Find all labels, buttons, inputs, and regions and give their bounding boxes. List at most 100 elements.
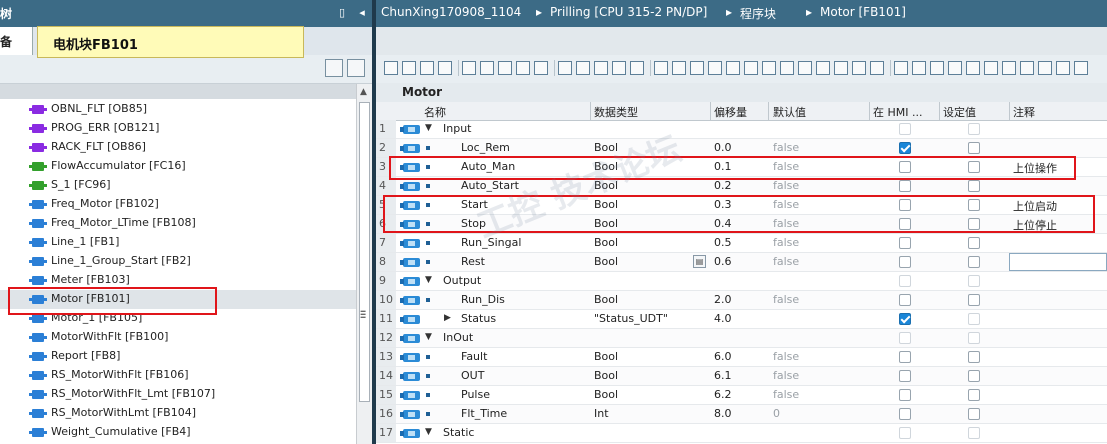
table-row[interactable]: 13 Fault Bool 6.0 false bbox=[376, 348, 1107, 367]
hmi-checkbox[interactable] bbox=[899, 256, 911, 268]
setpoint-checkbox[interactable] bbox=[968, 237, 980, 249]
param-datatype[interactable]: Bool bbox=[594, 388, 618, 401]
toolbar-tool-icon[interactable] bbox=[654, 61, 668, 75]
hmi-checkbox[interactable] bbox=[899, 370, 911, 382]
table-row[interactable]: 10 Run_Dis Bool 2.0 false bbox=[376, 291, 1107, 310]
param-name[interactable]: Flt_Time bbox=[461, 407, 507, 420]
breadcrumb-folder[interactable]: 程序块 bbox=[740, 5, 776, 22]
col-default[interactable]: 默认值 bbox=[773, 104, 806, 120]
hmi-checkbox[interactable] bbox=[899, 237, 911, 249]
toolbar-tool-icon[interactable] bbox=[1020, 61, 1034, 75]
hmi-checkbox[interactable] bbox=[899, 123, 911, 135]
param-name[interactable]: InOut bbox=[443, 331, 473, 344]
tree-item[interactable]: PROG_ERR [OB121] bbox=[0, 119, 356, 138]
tree-item[interactable]: Line_1_Group_Start [FB2] bbox=[0, 252, 356, 271]
hmi-checkbox[interactable] bbox=[899, 408, 911, 420]
toolbar-tool-icon[interactable] bbox=[690, 61, 704, 75]
param-datatype[interactable]: Int bbox=[594, 407, 609, 420]
tree-item[interactable]: RS_MotorWithFlt_Lmt [FB107] bbox=[0, 385, 356, 404]
param-name[interactable]: Rest bbox=[461, 255, 485, 268]
toolbar-tool-icon[interactable] bbox=[852, 61, 866, 75]
setpoint-checkbox[interactable] bbox=[968, 275, 980, 287]
col-name[interactable]: 名称 bbox=[424, 104, 446, 120]
toolbar-tool-icon[interactable] bbox=[672, 61, 686, 75]
tree-item[interactable]: RS_MotorWithFlt [FB106] bbox=[0, 366, 356, 385]
expand-toggle-icon[interactable]: ▼ bbox=[425, 332, 432, 342]
table-row[interactable]: 15 Pulse Bool 6.2 false bbox=[376, 386, 1107, 405]
param-datatype[interactable]: Bool bbox=[594, 293, 618, 306]
tree-item[interactable]: MotorWithFlt [FB100] bbox=[0, 328, 356, 347]
tree-item[interactable]: Freq_Motor_LTime [FB108] bbox=[0, 214, 356, 233]
breadcrumb-device[interactable]: Prilling [CPU 315-2 PN/DP] bbox=[550, 5, 707, 19]
toolbar-tool-icon[interactable] bbox=[726, 61, 740, 75]
toolbar-tool-icon[interactable] bbox=[930, 61, 944, 75]
scrollbar-thumb[interactable] bbox=[359, 102, 370, 402]
toolbar-tool-icon[interactable] bbox=[402, 61, 416, 75]
table-row[interactable]: 8 Rest Bool ▤ 0.6 false bbox=[376, 253, 1107, 272]
toolbar-tool-icon[interactable] bbox=[894, 61, 908, 75]
param-default[interactable]: false bbox=[773, 236, 799, 249]
breadcrumb-block[interactable]: Motor [FB101] bbox=[820, 5, 906, 19]
hmi-checkbox[interactable] bbox=[899, 332, 911, 344]
toolbar-tool-icon[interactable] bbox=[744, 61, 758, 75]
toolbar-tool-icon[interactable] bbox=[438, 61, 452, 75]
param-default[interactable]: false bbox=[773, 293, 799, 306]
param-name[interactable]: Run_Dis bbox=[461, 293, 505, 306]
toolbar-tool-icon[interactable] bbox=[762, 61, 776, 75]
list-view-icon[interactable] bbox=[325, 59, 343, 77]
setpoint-checkbox[interactable] bbox=[968, 389, 980, 401]
param-default[interactable]: false bbox=[773, 255, 799, 268]
toolbar-tool-icon[interactable] bbox=[1038, 61, 1052, 75]
toolbar-tool-icon[interactable] bbox=[948, 61, 962, 75]
hmi-checkbox[interactable] bbox=[899, 142, 911, 154]
toolbar-tool-icon[interactable] bbox=[480, 61, 494, 75]
col-comment[interactable]: 注释 bbox=[1013, 104, 1035, 120]
toolbar-tool-icon[interactable] bbox=[594, 61, 608, 75]
setpoint-checkbox[interactable] bbox=[968, 332, 980, 344]
param-default[interactable]: false bbox=[773, 141, 799, 154]
setpoint-checkbox[interactable] bbox=[968, 142, 980, 154]
toolbar-tool-icon[interactable] bbox=[1074, 61, 1088, 75]
param-name[interactable]: Status bbox=[461, 312, 496, 325]
toolbar-tool-icon[interactable] bbox=[558, 61, 572, 75]
tree-item[interactable]: S_1 [FC96] bbox=[0, 176, 356, 195]
tree-item[interactable]: FlowAccumulator [FC16] bbox=[0, 157, 356, 176]
param-datatype[interactable]: Bool bbox=[594, 255, 618, 268]
col-hmi[interactable]: 在 HMI ... bbox=[873, 104, 923, 120]
setpoint-checkbox[interactable] bbox=[968, 294, 980, 306]
table-row[interactable]: 9 ▼ Output bbox=[376, 272, 1107, 291]
table-row[interactable]: 11 ▶ Status "Status_UDT" 4.0 bbox=[376, 310, 1107, 329]
param-datatype[interactable]: Bool bbox=[594, 369, 618, 382]
toolbar-tool-icon[interactable] bbox=[462, 61, 476, 75]
toolbar-tool-icon[interactable] bbox=[534, 61, 548, 75]
param-datatype[interactable]: "Status_UDT" bbox=[594, 312, 668, 325]
table-row[interactable]: 14 OUT Bool 6.1 false bbox=[376, 367, 1107, 386]
toolbar-tool-icon[interactable] bbox=[780, 61, 794, 75]
hmi-checkbox[interactable] bbox=[899, 389, 911, 401]
toolbar-tool-icon[interactable] bbox=[966, 61, 980, 75]
col-datatype[interactable]: 数据类型 bbox=[594, 104, 638, 120]
table-row[interactable]: 12 ▼ InOut bbox=[376, 329, 1107, 348]
hmi-checkbox[interactable] bbox=[899, 180, 911, 192]
expand-toggle-icon[interactable]: ▼ bbox=[425, 275, 432, 285]
scroll-up-icon[interactable]: ▲ bbox=[360, 87, 367, 97]
col-offset[interactable]: 偏移量 bbox=[714, 104, 747, 120]
toolbar-tool-icon[interactable] bbox=[816, 61, 830, 75]
setpoint-checkbox[interactable] bbox=[968, 313, 980, 325]
setpoint-checkbox[interactable] bbox=[968, 351, 980, 363]
toolbar-tool-icon[interactable] bbox=[870, 61, 884, 75]
hmi-checkbox[interactable] bbox=[899, 294, 911, 306]
setpoint-checkbox[interactable] bbox=[968, 123, 980, 135]
tab-devices[interactable]: 备 bbox=[0, 27, 33, 55]
setpoint-checkbox[interactable] bbox=[968, 180, 980, 192]
toolbar-tool-icon[interactable] bbox=[612, 61, 626, 75]
comment-edit-field[interactable] bbox=[1009, 253, 1107, 271]
tree-item[interactable]: RS_MotorWithLmt [FB104] bbox=[0, 404, 356, 423]
hmi-checkbox[interactable] bbox=[899, 351, 911, 363]
param-default[interactable]: false bbox=[773, 350, 799, 363]
toolbar-tool-icon[interactable] bbox=[1056, 61, 1070, 75]
toolbar-tool-icon[interactable] bbox=[1002, 61, 1016, 75]
toolbar-tool-icon[interactable] bbox=[420, 61, 434, 75]
tree-item[interactable]: Line_1 [FB1] bbox=[0, 233, 356, 252]
toolbar-tool-icon[interactable] bbox=[912, 61, 926, 75]
